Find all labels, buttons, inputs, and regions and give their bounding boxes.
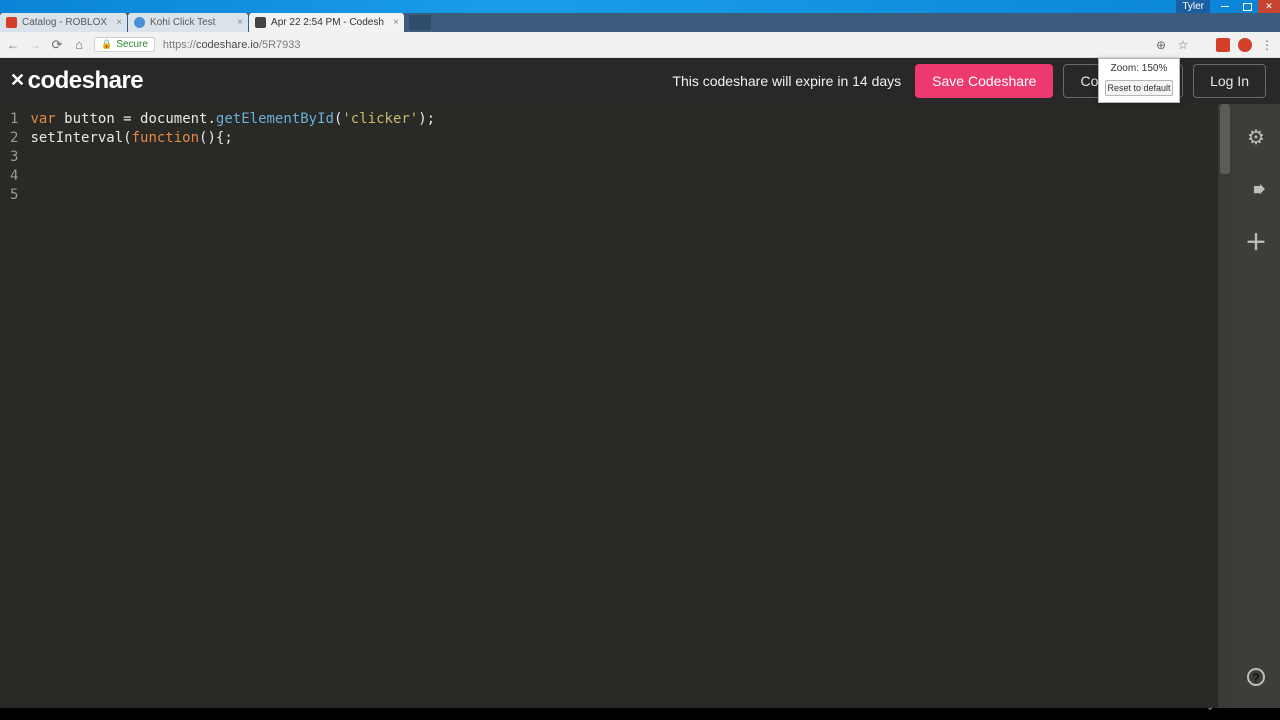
editor-side-rail (1232, 104, 1280, 708)
window-maximize-button[interactable] (1236, 0, 1258, 13)
log-in-button[interactable]: Log In (1193, 64, 1266, 98)
taskbar: ˇ (0, 708, 1280, 720)
tab-close-icon[interactable]: × (393, 17, 399, 28)
url-text[interactable]: https://codeshare.io/5R7933 (163, 39, 301, 51)
code-editor[interactable]: 1 2 3 4 5 var button = document.getEleme… (0, 104, 1218, 708)
editor: 1 2 3 4 5 var button = document.getEleme… (0, 104, 1280, 708)
scrollbar-thumb[interactable] (1220, 104, 1230, 174)
code-content[interactable]: var button = document.getElementById('cl… (24, 104, 435, 708)
help-icon[interactable] (1247, 668, 1265, 686)
app-header: ✕ codeshare This codeshare will expire i… (0, 58, 1280, 104)
chevron-up-icon[interactable]: ˇ (1208, 707, 1212, 719)
nav-forward-button[interactable] (28, 38, 42, 52)
app-logo[interactable]: ✕ codeshare (10, 67, 143, 95)
bookmark-star-icon[interactable] (1176, 38, 1190, 52)
zoom-level-label: Zoom: 150% (1099, 59, 1179, 76)
tab-close-icon[interactable]: × (116, 17, 122, 28)
url-host: codeshare.io (196, 39, 259, 51)
browser-menu-icon[interactable] (1260, 38, 1274, 52)
window-user-label: Tyler (1182, 0, 1204, 13)
window-close-button[interactable] (1258, 0, 1280, 13)
zoom-reset-button[interactable]: Reset to default (1105, 80, 1173, 96)
tab-favicon-icon (134, 17, 145, 28)
nav-back-button[interactable] (6, 38, 20, 52)
secure-label: Secure (116, 39, 148, 50)
browser-tab[interactable]: Kohi Click Test × (128, 13, 248, 32)
tab-favicon-icon (6, 17, 17, 28)
tab-title: Apr 22 2:54 PM - Codesh (271, 17, 384, 28)
nav-home-button[interactable] (72, 38, 86, 52)
editor-scrollbar[interactable] (1218, 104, 1232, 708)
browser-tab-strip: Catalog - ROBLOX × Kohi Click Test × Apr… (0, 13, 1280, 32)
tab-title: Kohi Click Test (150, 17, 215, 28)
save-codeshare-button[interactable]: Save Codeshare (915, 64, 1053, 98)
tab-close-icon[interactable]: × (237, 17, 243, 28)
browser-tab[interactable]: Catalog - ROBLOX × (0, 13, 127, 32)
line-gutter: 1 2 3 4 5 (0, 104, 24, 708)
window-minimize-button[interactable] (1214, 0, 1236, 13)
window-titlebar: Tyler (0, 0, 1280, 13)
window-user-chip[interactable]: Tyler (1176, 0, 1210, 13)
zoom-icon[interactable] (1154, 38, 1168, 52)
new-tab-button[interactable] (409, 15, 431, 30)
logo-text: codeshare (28, 67, 144, 95)
tab-favicon-icon (255, 17, 266, 28)
address-bar: 🔒 Secure https://codeshare.io/5R7933 (0, 32, 1280, 58)
url-path: /5R7933 (259, 39, 301, 51)
extension-icon[interactable] (1238, 38, 1252, 52)
settings-icon[interactable] (1245, 126, 1267, 148)
logo-mark-icon: ✕ (10, 70, 25, 91)
secure-chip[interactable]: 🔒 Secure (94, 37, 155, 52)
extension-icon[interactable] (1216, 38, 1230, 52)
video-icon[interactable] (1245, 178, 1267, 200)
nav-reload-button[interactable] (50, 38, 64, 52)
add-icon[interactable] (1245, 230, 1267, 252)
browser-tab[interactable]: Apr 22 2:54 PM - Codesh × (249, 13, 404, 32)
url-scheme: https:// (163, 39, 196, 51)
tab-title: Catalog - ROBLOX (22, 17, 107, 28)
zoom-popup: Zoom: 150% Reset to default (1098, 58, 1180, 103)
lock-icon: 🔒 (101, 39, 112, 50)
expire-text: This codeshare will expire in 14 days (672, 73, 901, 89)
